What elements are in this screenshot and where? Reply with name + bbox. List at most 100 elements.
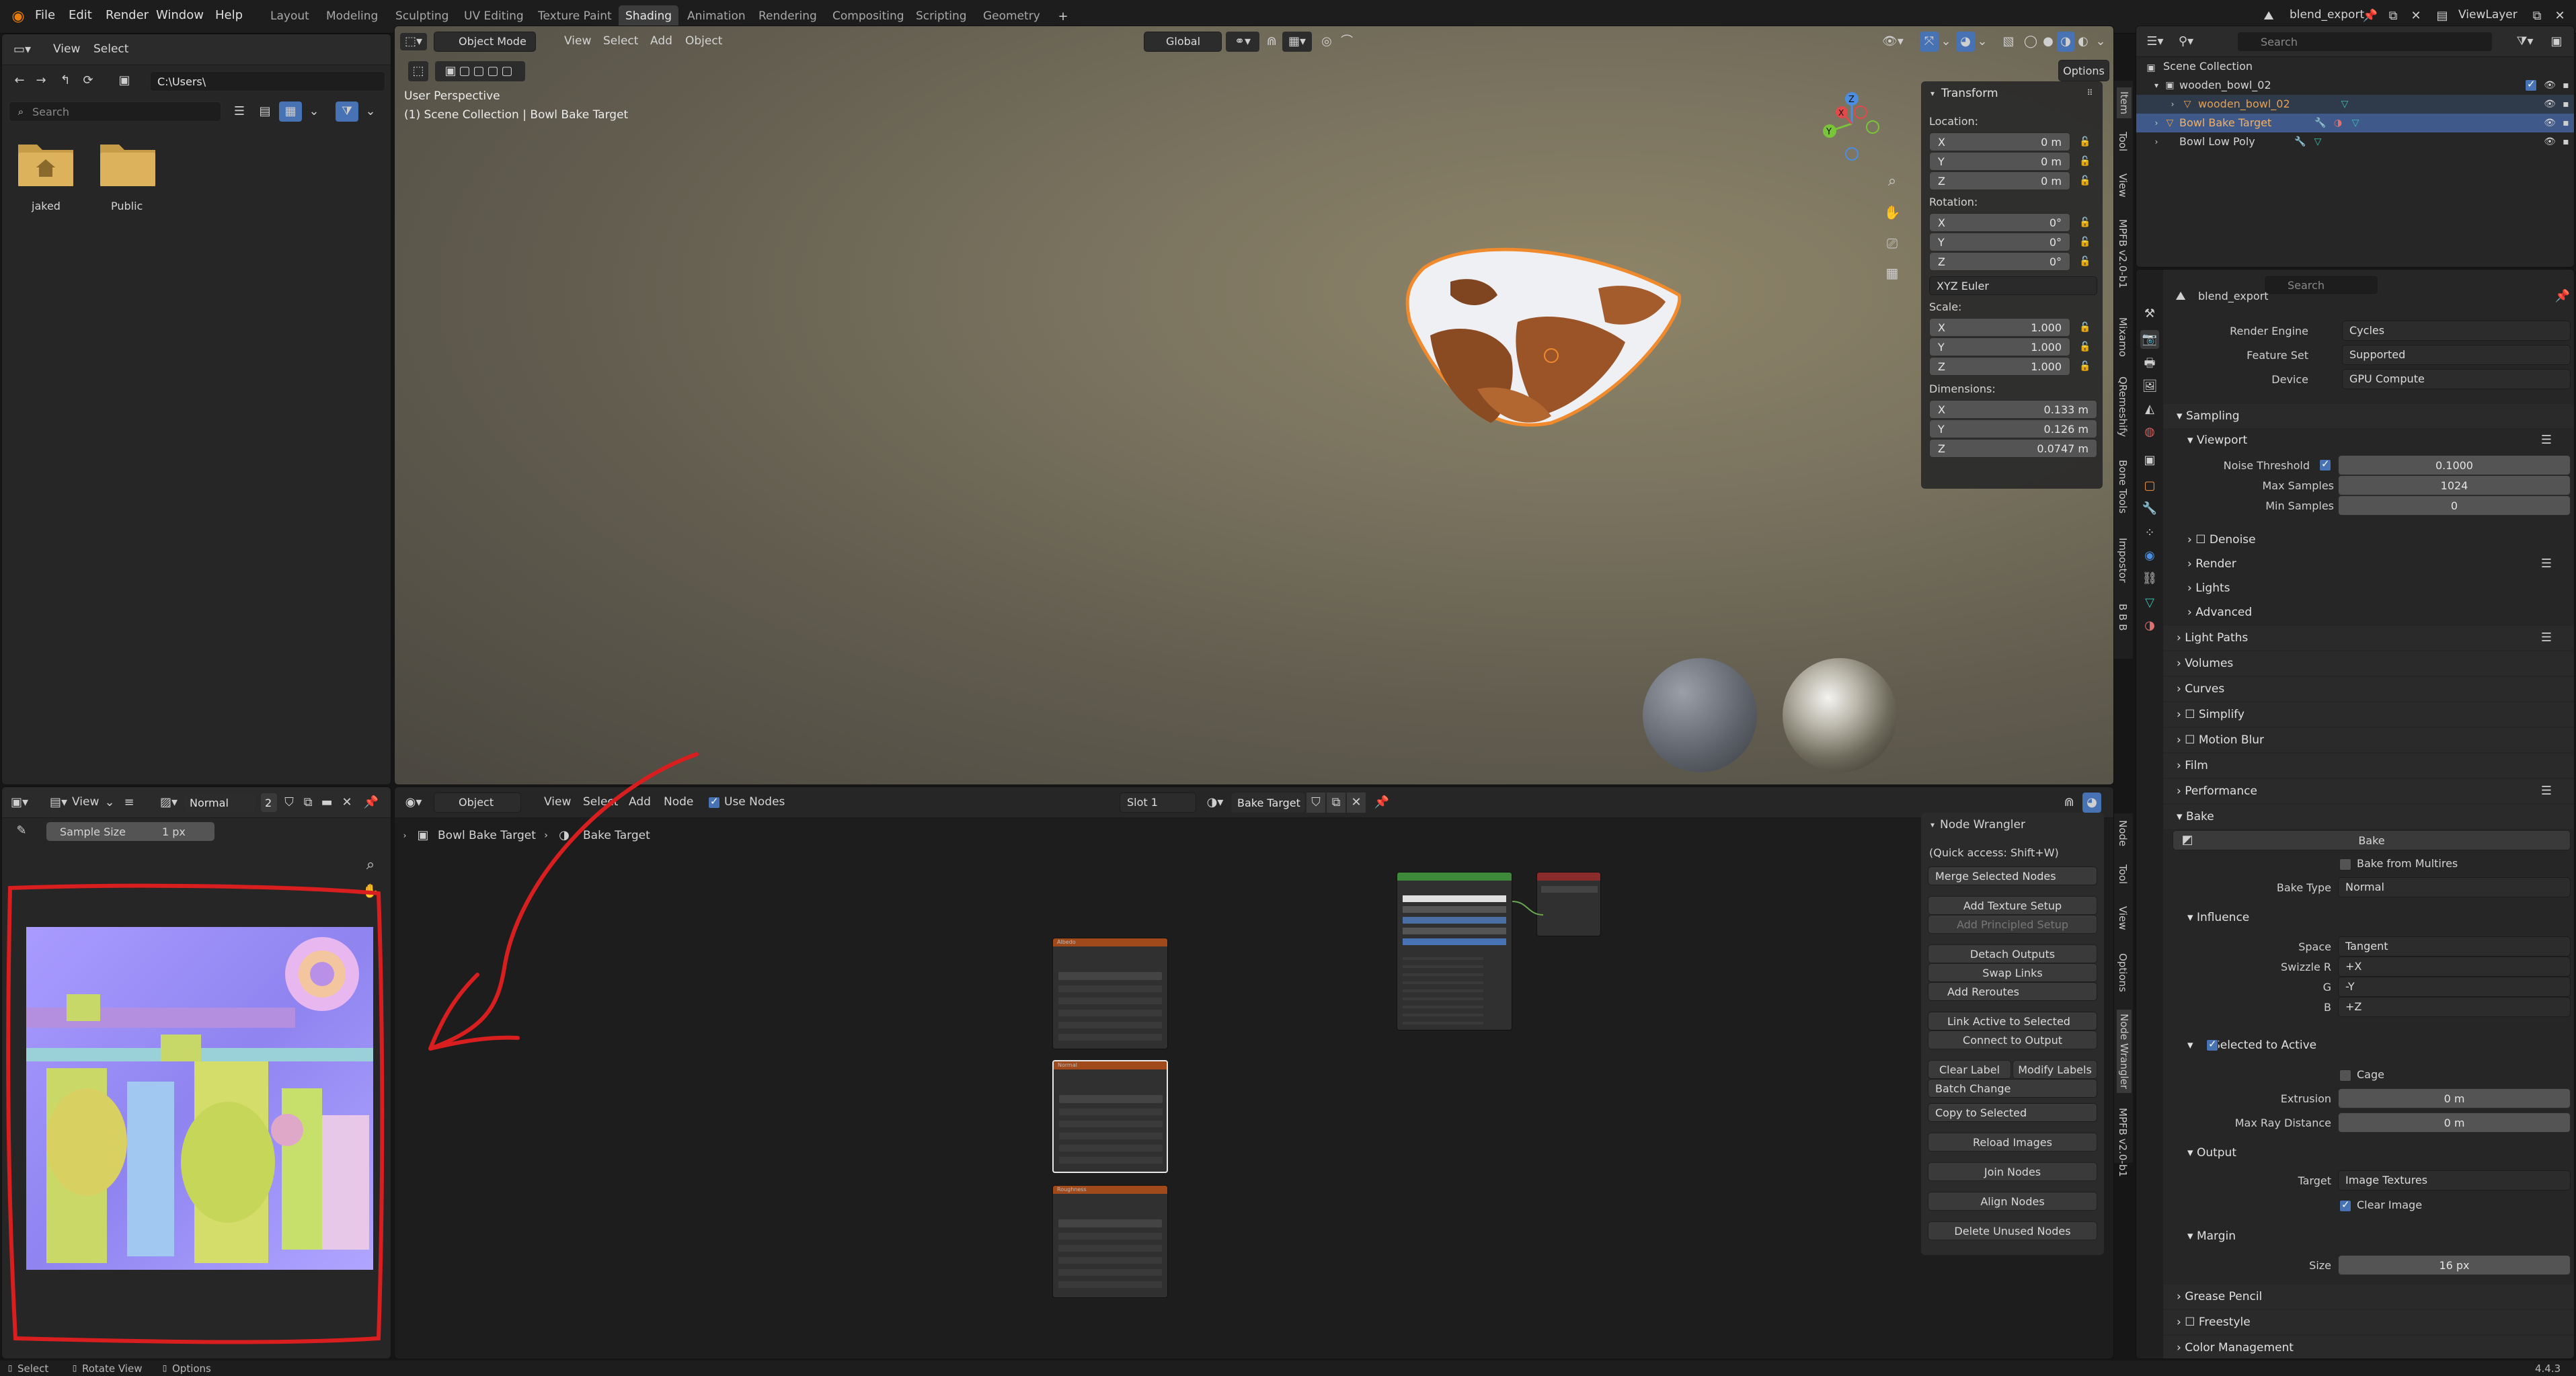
- section-grease-pencil[interactable]: › Grease Pencil: [2163, 1285, 2574, 1309]
- view-dropdown-icon[interactable]: ⌄: [103, 794, 116, 811]
- grid-view-icon[interactable]: ▦: [1881, 261, 1904, 284]
- dimensions-z-field[interactable]: Z 0.0747 m: [1929, 439, 2097, 458]
- pin-icon[interactable]: 📌: [2554, 288, 2571, 305]
- scene-name[interactable]: blend_export: [2290, 8, 2364, 22]
- location-y-field[interactable]: Y 0 m: [1929, 152, 2070, 171]
- visibility-icon[interactable]: 👁▾: [1879, 32, 1906, 52]
- tab-bbb[interactable]: B B B: [2117, 604, 2129, 631]
- bake-from-multires-label[interactable]: Bake from Multires: [2357, 857, 2458, 870]
- modifier-tab-icon[interactable]: 🔧: [2140, 499, 2159, 518]
- orientation-dropdown[interactable]: Global: [1144, 32, 1222, 52]
- tab-view[interactable]: View: [2117, 906, 2129, 930]
- section-bake[interactable]: ▾ Bake: [2163, 805, 2574, 829]
- clear-image-checkbox[interactable]: [2339, 1199, 2351, 1212]
- navigation-gizmo[interactable]: Z Y X: [1815, 87, 1889, 167]
- max-samples-field[interactable]: 1024: [2338, 475, 2571, 495]
- tab-scripting[interactable]: Scripting: [909, 5, 974, 28]
- scale-x-field[interactable]: X 1.000: [1929, 318, 2070, 337]
- bake-button[interactable]: Bake: [2173, 830, 2571, 850]
- tab-rendering[interactable]: Rendering: [752, 5, 824, 28]
- chevron-down-icon[interactable]: ▾: [1926, 87, 1939, 100]
- rendered-shading-icon[interactable]: ◐: [2074, 32, 2092, 52]
- cage-label[interactable]: Cage: [2357, 1068, 2384, 1081]
- close-layer-icon[interactable]: ✕: [2551, 7, 2569, 26]
- unlink-material-icon[interactable]: ✕: [1347, 793, 1366, 813]
- editor-type-icon[interactable]: ⬚▾: [400, 33, 427, 50]
- merge-selected-dropdown[interactable]: Merge Selected Nodes: [1928, 866, 2097, 885]
- list-icon[interactable]: ☰: [2538, 431, 2554, 450]
- tab-mpfb[interactable]: MPFB v2.0-b1: [2117, 1108, 2129, 1177]
- scale-y-field[interactable]: Y 1.000: [1929, 337, 2070, 356]
- section-film[interactable]: › Film: [2163, 754, 2574, 778]
- section-motion-blur[interactable]: › ☐ Motion Blur: [2163, 728, 2574, 752]
- rotation-y-field[interactable]: Y 0°: [1929, 233, 2070, 251]
- subsection-margin[interactable]: ▾ Margin: [2163, 1224, 2574, 1248]
- reload-images-button[interactable]: Reload Images: [1928, 1133, 2097, 1151]
- slot-dropdown[interactable]: Slot 1: [1120, 793, 1196, 813]
- tab-modeling[interactable]: Modeling: [319, 5, 385, 28]
- lock-icon[interactable]: 🔓: [2077, 339, 2093, 355]
- menu-object[interactable]: Object: [685, 34, 722, 48]
- section-sampling[interactable]: ▾ Sampling: [2163, 404, 2574, 428]
- drag-handle-icon[interactable]: ⠿: [2082, 85, 2097, 100]
- collection-tab-icon[interactable]: ▣: [2140, 451, 2159, 470]
- forward-icon[interactable]: →: [32, 72, 50, 89]
- tab-geometry[interactable]: Geometry: [976, 5, 1047, 28]
- subsection-render[interactable]: › Render: [2163, 552, 2574, 576]
- tab-tool[interactable]: Tool: [2117, 864, 2129, 884]
- noise-threshold-field[interactable]: 0.1000: [2338, 455, 2571, 475]
- refresh-icon[interactable]: ⟳: [79, 72, 97, 89]
- gizmo-dropdown-icon[interactable]: ⌄: [1940, 32, 1952, 52]
- menu-add[interactable]: Add: [650, 34, 672, 48]
- view-layer-tab-icon[interactable]: 🖼: [2140, 377, 2159, 396]
- camera-icon[interactable]: ▪: [2559, 116, 2573, 130]
- node-wrangler-title[interactable]: Node Wrangler: [1940, 818, 2025, 832]
- tab-view[interactable]: View: [2117, 173, 2129, 198]
- noise-threshold-checkbox[interactable]: [2319, 458, 2331, 471]
- space-dropdown[interactable]: Tangent: [2338, 936, 2571, 957]
- editor-type-icon[interactable]: ▣▾: [7, 794, 32, 811]
- physics-tab-icon[interactable]: ◉: [2140, 547, 2159, 565]
- proportional-icon[interactable]: ◎: [1317, 32, 1336, 52]
- sample-size-control[interactable]: Sample Size 1 px: [46, 822, 214, 841]
- close-icon[interactable]: ✕: [2407, 7, 2425, 26]
- new-collection-icon[interactable]: ▣: [2546, 33, 2567, 50]
- object-mode-dropdown[interactable]: Object Mode: [434, 32, 536, 52]
- selected-to-active-checkbox[interactable]: [2206, 1038, 2218, 1051]
- snap-icon[interactable]: ⋒: [2060, 793, 2078, 813]
- subsection-output[interactable]: ▾ Output: [2163, 1141, 2574, 1165]
- xray-icon[interactable]: ▧: [1999, 32, 2018, 52]
- folder-item-public[interactable]: Public: [97, 135, 158, 216]
- fake-user-icon[interactable]: ⛉: [280, 793, 298, 813]
- swap-links-button[interactable]: Swap Links: [1928, 963, 2097, 982]
- scale-z-field[interactable]: Z 1.000: [1929, 357, 2070, 376]
- unlink-image-icon[interactable]: ✕: [338, 793, 356, 813]
- zoom-icon[interactable]: ⌕: [1881, 170, 1904, 193]
- wireframe-shading-icon[interactable]: ◯: [2022, 32, 2039, 52]
- snap-icon[interactable]: ⋒: [1262, 32, 1281, 52]
- tab-options[interactable]: Options: [2117, 953, 2129, 992]
- tab-bone-tools[interactable]: Bone Tools: [2117, 460, 2129, 514]
- tool-tab-icon[interactable]: ⚒: [2140, 305, 2159, 323]
- menu-render[interactable]: Render: [106, 8, 149, 22]
- user-count[interactable]: 2: [260, 793, 278, 813]
- pin-icon[interactable]: 📌: [1372, 793, 1391, 813]
- fake-user-icon[interactable]: ⛉: [1306, 793, 1325, 813]
- target-dropdown[interactable]: Image Textures: [2338, 1170, 2571, 1190]
- filter-icon[interactable]: ⧩: [336, 102, 358, 122]
- material-name-field[interactable]: Bake Target: [1231, 793, 1305, 813]
- outliner-row-bowl-low-poly[interactable]: › Bowl Low Poly 🔧 ▽ 👁 ▪: [2136, 132, 2574, 151]
- 3d-viewport[interactable]: ⬚▾ Object Mode View Select Add Object Gl…: [394, 26, 2114, 785]
- menu-window[interactable]: Window: [156, 8, 204, 22]
- pivot-icon[interactable]: ⚭▾: [1226, 32, 1259, 52]
- tab-sculpting[interactable]: Sculpting: [389, 5, 455, 28]
- subsection-advanced[interactable]: › Advanced: [2163, 600, 2574, 624]
- clear-label-button[interactable]: Clear Label: [1928, 1060, 2011, 1079]
- constraints-tab-icon[interactable]: ⛓: [2140, 569, 2159, 588]
- lock-icon[interactable]: 🔓: [2077, 173, 2093, 189]
- chevron-right-icon[interactable]: ›: [2151, 135, 2162, 149]
- bake-from-multires-checkbox[interactable]: [2339, 858, 2351, 871]
- gizmo-icon[interactable]: ⤧: [1920, 32, 1939, 52]
- output-tab-icon[interactable]: 🖶: [2140, 354, 2159, 373]
- world-tab-icon[interactable]: ◍: [2140, 423, 2159, 442]
